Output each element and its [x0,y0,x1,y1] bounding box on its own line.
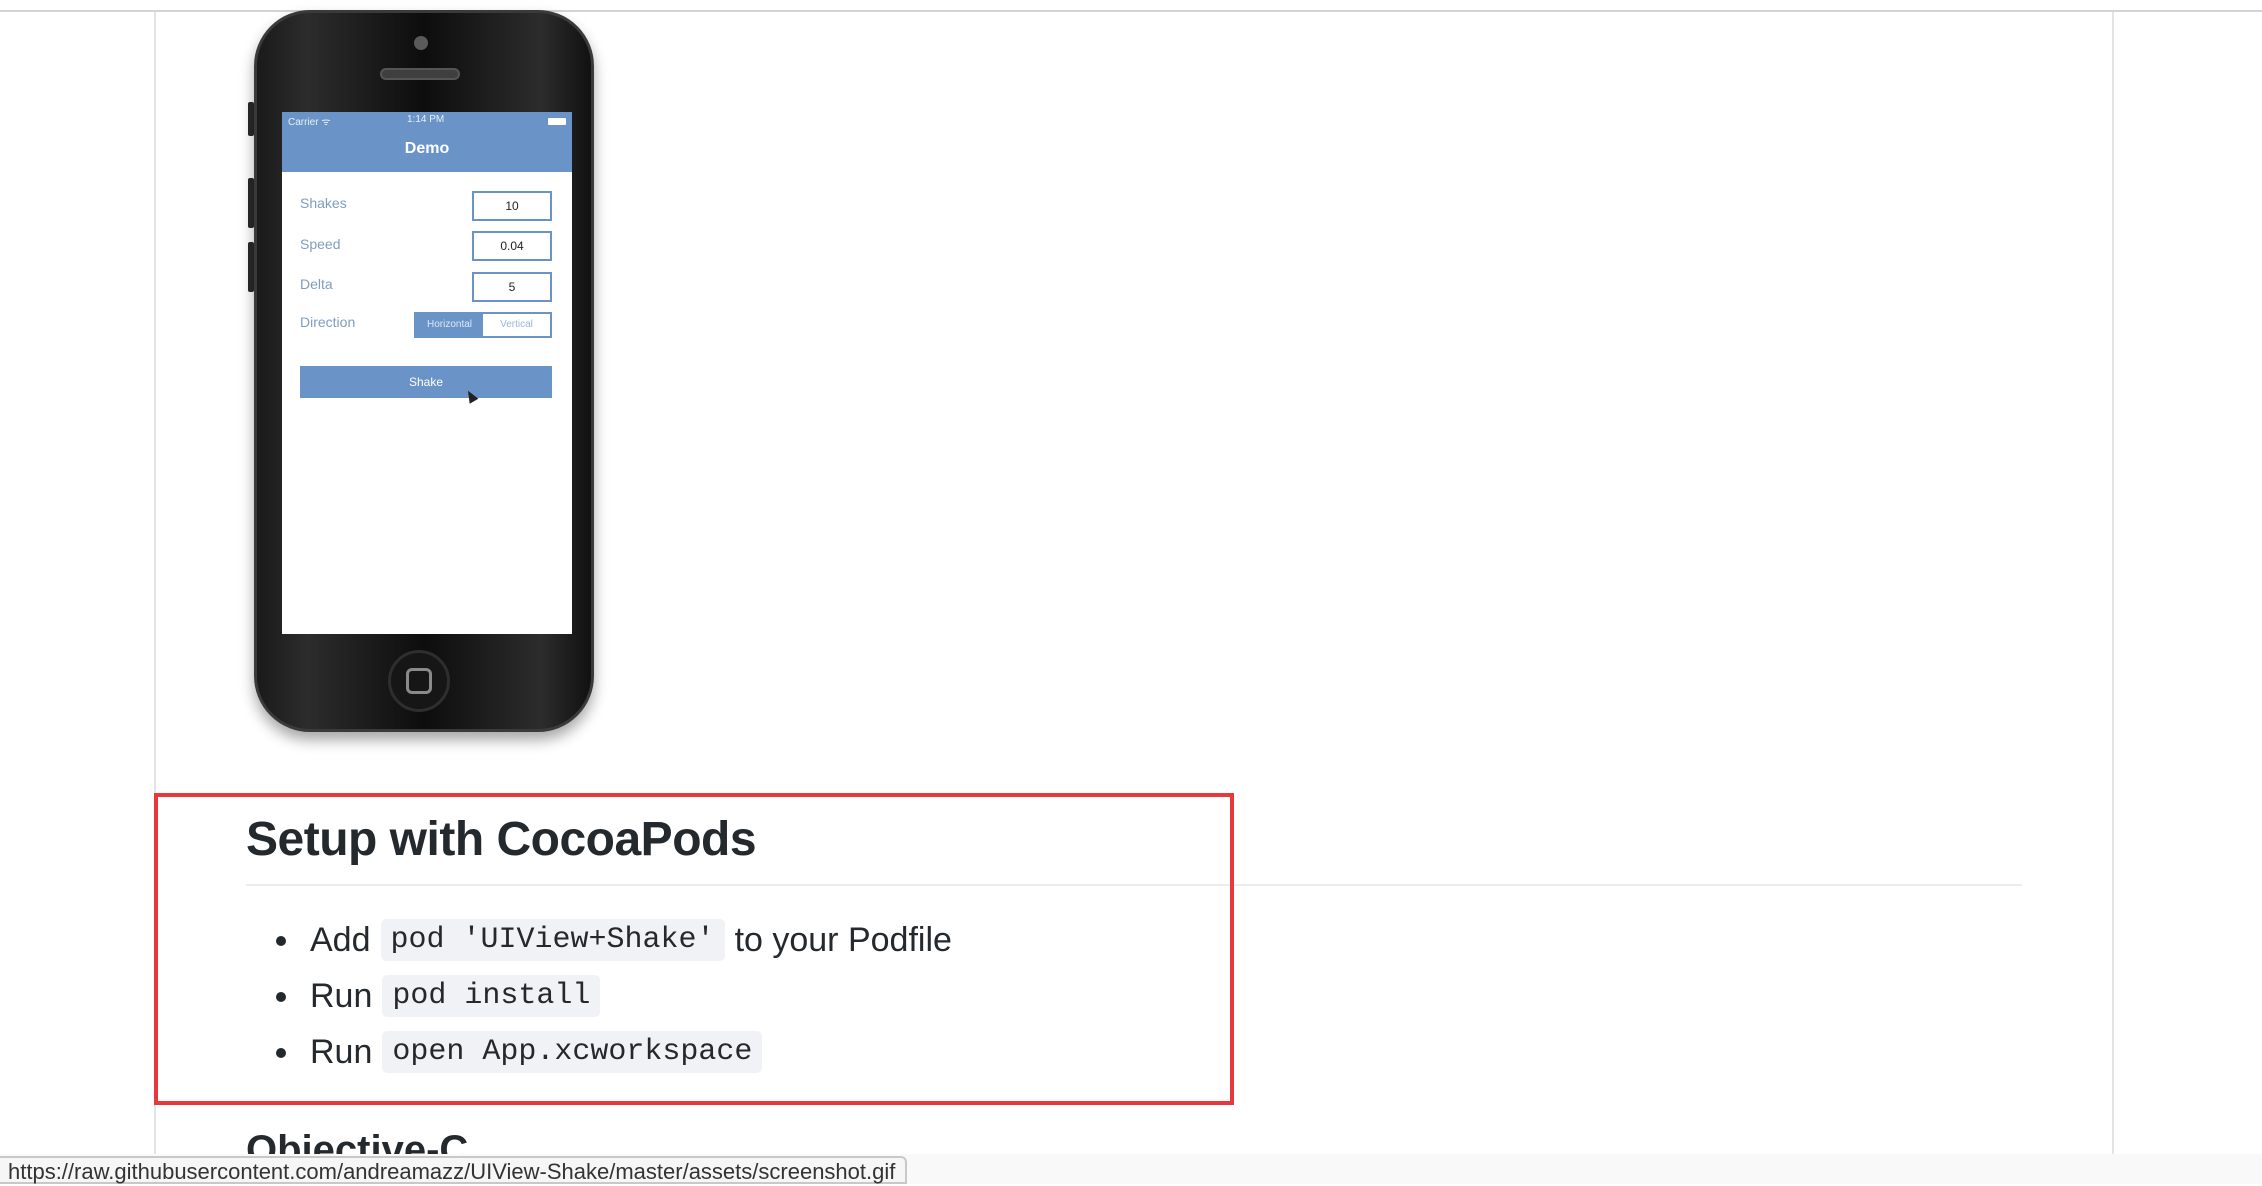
shake-button: Shake [300,366,552,398]
link-status-bar: https://raw.githubusercontent.com/andrea… [0,1156,908,1184]
battery-icon [548,118,566,125]
carrier-label: Carrier ᯤ [288,117,331,128]
home-square-icon [406,668,432,694]
phone-nav-title: Demo [404,140,450,157]
speaker-icon [380,68,460,80]
time-label: 1:14 PM [407,114,445,125]
speed-field: 0.04 [472,231,552,261]
highlight-box [154,793,1234,1105]
phone-screen: Carrier ᯤ 1:14 PM Demo Shakes 10 Speed 0… [282,112,572,634]
direction-label: Direction [300,314,356,330]
delta-field: 5 [472,272,552,302]
segment-vertical: Vertical [483,314,550,336]
camera-icon [414,36,428,50]
speed-label: Speed [300,236,341,252]
phone-nav-bar: Carrier ᯤ 1:14 PM Demo [282,112,572,172]
segment-horizontal: Horizontal [416,314,483,336]
shakes-field: 10 [472,191,552,221]
shakes-label: Shakes [300,195,347,211]
direction-segmented-control: Horizontal Vertical [414,312,552,338]
article-border-right [2112,12,2114,1184]
demo-screenshot-image[interactable]: Carrier ᯤ 1:14 PM Demo Shakes 10 Speed 0… [248,10,600,748]
delta-label: Delta [300,276,333,292]
